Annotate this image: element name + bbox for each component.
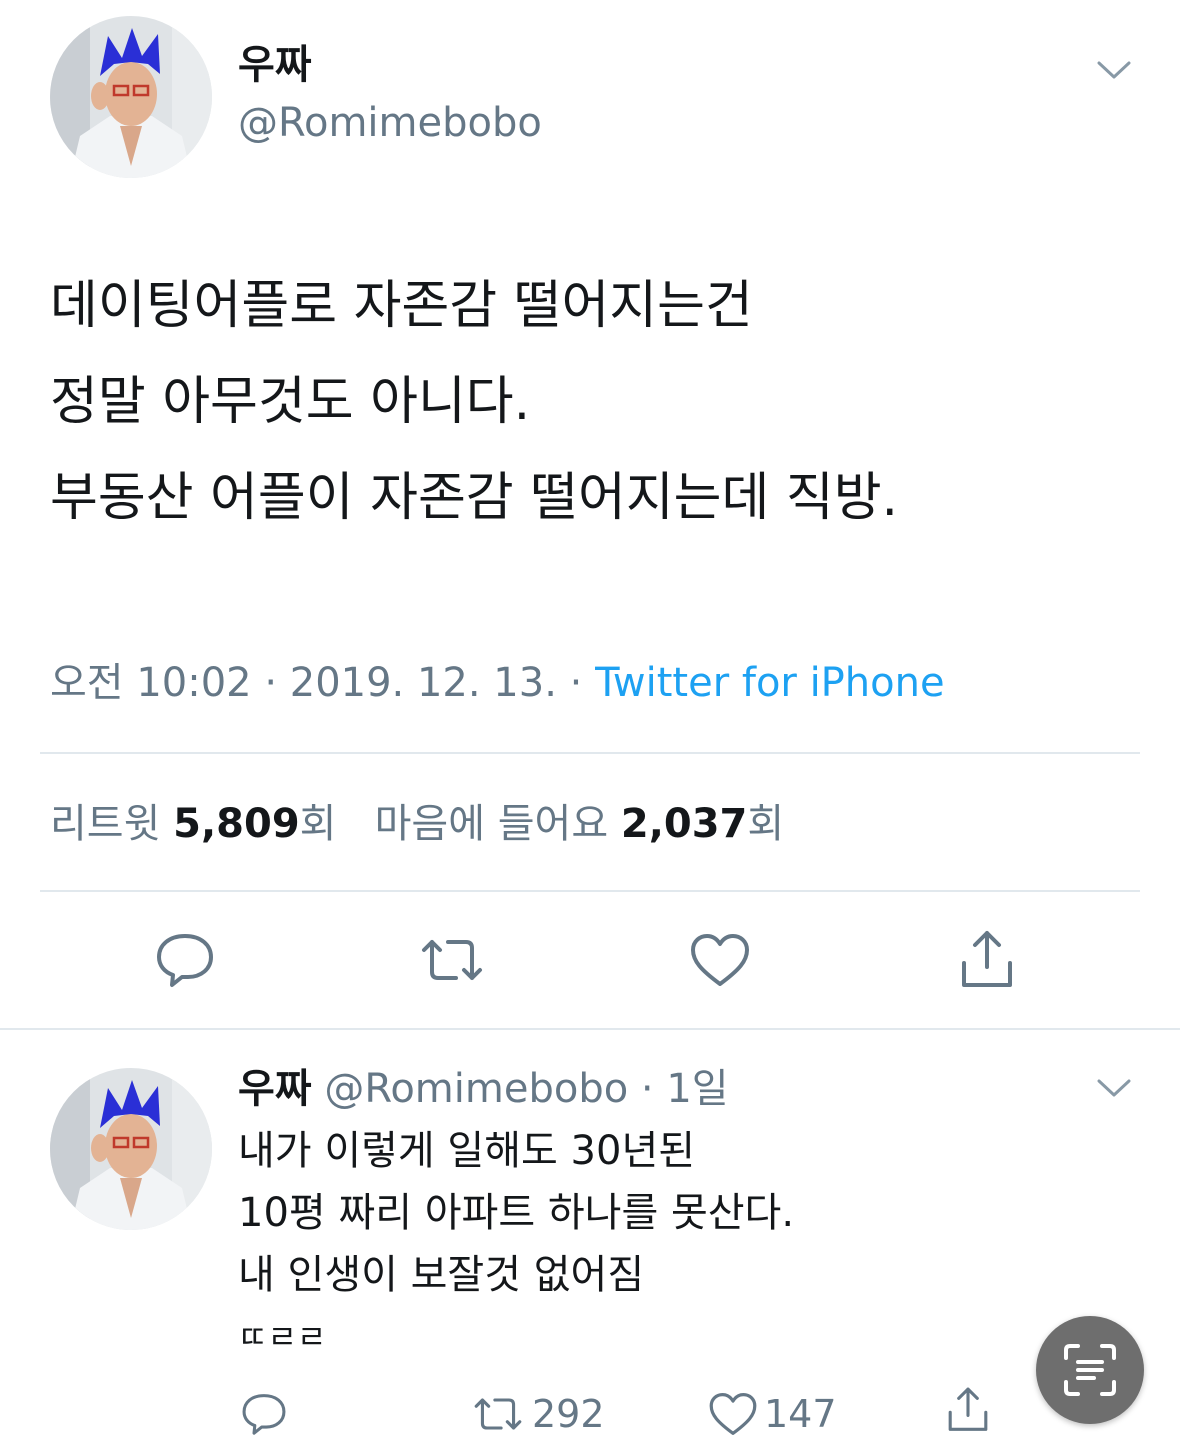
reply-time: · 1일: [640, 1066, 729, 1112]
reply-text: 내가 이렇게 일해도 30년된 10평 짜리 아파트 하나를 못산다. 내 인생…: [238, 1120, 794, 1368]
tweet-text-line: 부동산 어플이 자존감 떨어지는데 직방.: [50, 468, 899, 528]
retweets-label: 리트윗: [50, 801, 161, 847]
likes-label: 마음에 들어요: [374, 801, 609, 847]
reply-button[interactable]: [145, 920, 225, 1000]
tweet-text: 데이팅어플로 자존감 떨어지는건 정말 아무것도 아니다. 부동산 어플이 자존…: [50, 258, 1150, 546]
reply-more-chevron-icon[interactable]: [1097, 1078, 1131, 1098]
tweet-text-line: 정말 아무것도 아니다.: [50, 372, 531, 432]
heart-icon: [691, 934, 749, 986]
meta-separator: ·: [264, 660, 278, 706]
likes-count: 2,037: [620, 801, 748, 847]
share-button[interactable]: [947, 920, 1027, 1000]
likes-unit: 회: [747, 801, 785, 847]
avatar-image: [50, 1068, 212, 1230]
main-more-chevron-icon[interactable]: [1097, 60, 1131, 80]
reply-retweet-count: 292: [532, 1392, 605, 1436]
text-scan-button[interactable]: [1036, 1316, 1144, 1424]
retweet-button[interactable]: [412, 920, 492, 1000]
reply-text-line: 10평 짜리 아파트 하나를 못산다.: [238, 1190, 795, 1236]
retweets-count: 5,809: [173, 801, 300, 847]
main-avatar[interactable]: [50, 16, 212, 178]
divider: [40, 752, 1140, 754]
retweet-icon: [474, 1398, 522, 1430]
avatar-image: [50, 16, 212, 178]
tweet-stats: 리트윗 5,809회 마음에 들어요 2,037회: [50, 796, 784, 852]
reply-retweet-button[interactable]: 292: [470, 1384, 605, 1444]
share-icon: [962, 931, 1012, 987]
reply-text-line: 내가 이렇게 일해도 30년된: [238, 1128, 696, 1174]
retweets-stat[interactable]: 리트윗 5,809회: [50, 801, 349, 847]
tweet-date[interactable]: 2019. 12. 13.: [290, 660, 557, 706]
reply-like-count: 147: [764, 1392, 837, 1436]
reply-reply-button[interactable]: [240, 1384, 294, 1444]
main-display-name[interactable]: 우짜: [238, 40, 312, 90]
reply-avatar[interactable]: [50, 1068, 212, 1230]
reply-text-line: 내 인생이 보잘것 없어짐: [238, 1252, 645, 1298]
tweet-meta: 오전 10:02 · 2019. 12. 13. · Twitter for i…: [50, 656, 945, 710]
tweet-text-line: 데이팅어플로 자존감 떨어지는건: [50, 276, 753, 336]
section-divider: [0, 1028, 1180, 1030]
reply-icon: [157, 934, 213, 987]
likes-stat[interactable]: 마음에 들어요 2,037회: [375, 801, 785, 847]
reply-like-button[interactable]: 147: [708, 1384, 837, 1444]
reply-header: 우짜 @Romimebobo · 1일: [238, 1062, 729, 1116]
reply-username[interactable]: @Romimebobo: [324, 1066, 628, 1112]
heart-icon: [709, 1393, 757, 1435]
reply-text-line: ㄸㄹㄹ: [238, 1318, 327, 1356]
retweet-icon: [422, 940, 482, 980]
reply-display-name[interactable]: 우짜: [238, 1066, 312, 1112]
main-username[interactable]: @Romimebobo: [238, 98, 542, 148]
meta-separator: ·: [569, 660, 583, 706]
tweet-source-link[interactable]: Twitter for iPhone: [595, 660, 945, 706]
like-button[interactable]: [680, 920, 760, 1000]
tweet-time: 오전 10:02: [50, 660, 252, 706]
divider: [40, 890, 1140, 892]
text-scan-icon: [1064, 1344, 1116, 1396]
reply-share-button[interactable]: [944, 1380, 998, 1440]
reply-icon: [242, 1394, 286, 1435]
retweets-unit: 회: [299, 801, 337, 847]
share-icon: [948, 1387, 988, 1431]
